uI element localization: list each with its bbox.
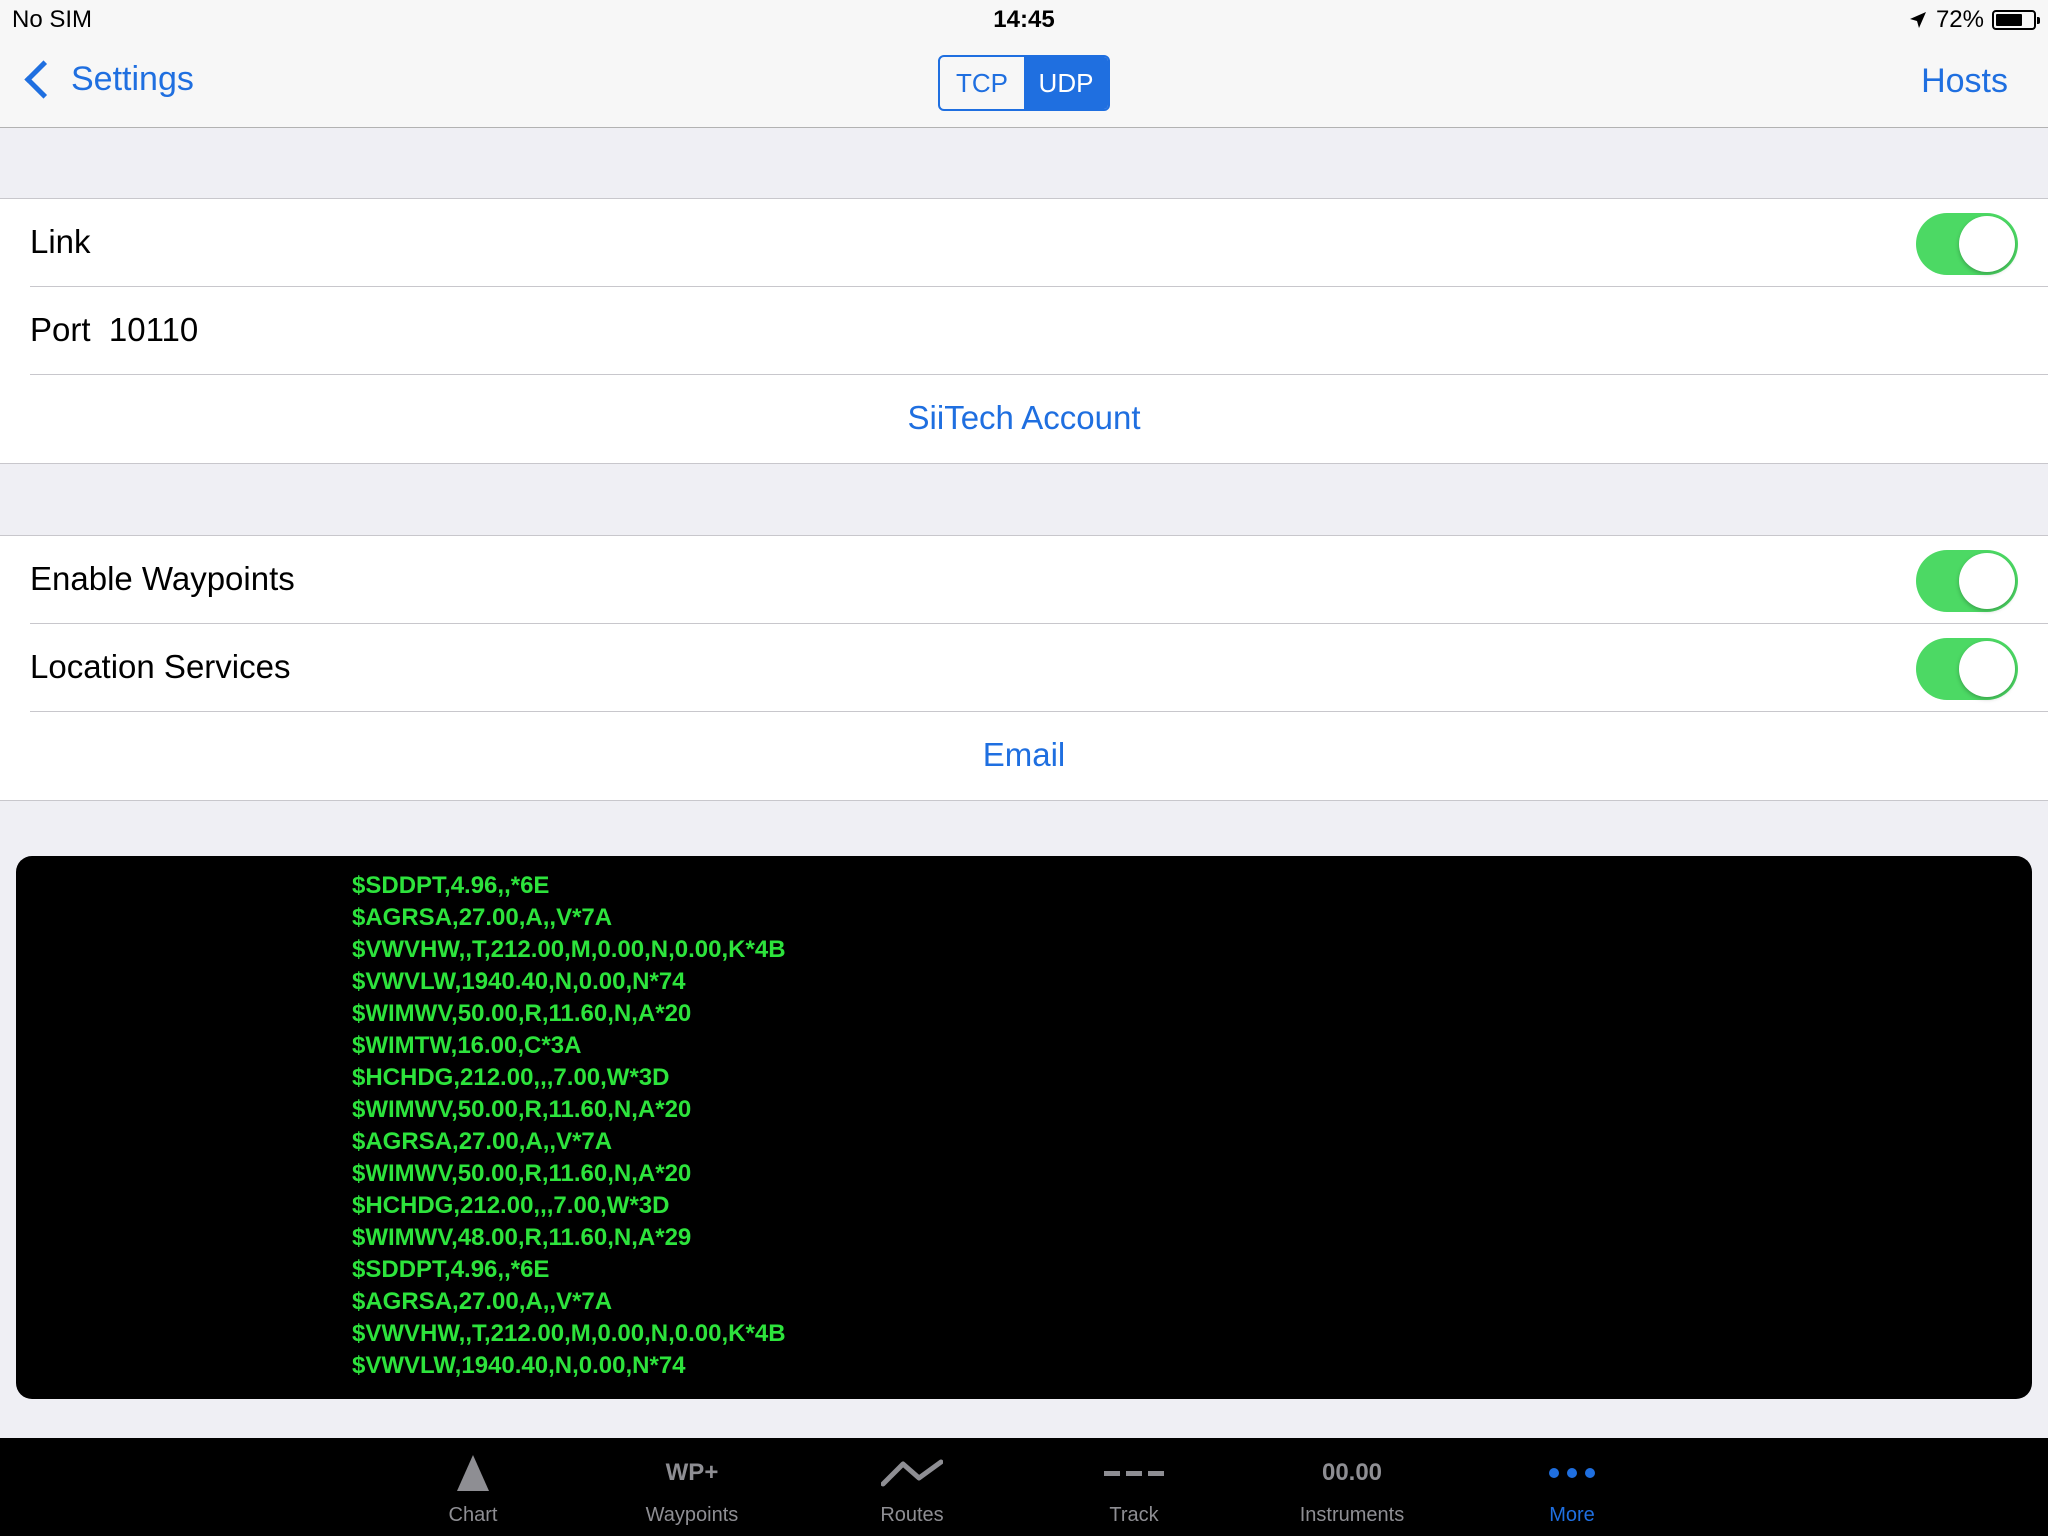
status-right-group: 72% [1908, 6, 2040, 34]
console-line: $SDDPT,4.96,,*6E [352, 1256, 550, 1283]
console-line: $VWVLW,1940.40,N,0.00,N*74 [352, 968, 686, 995]
instruments-readout-icon: 00.00 [1321, 1459, 1383, 1486]
location-arrow-icon [1909, 12, 1926, 28]
console-line: $HCHDG,212.00,,,7.00,W*3D [352, 1064, 670, 1091]
console-line: $WIMWV,48.00,R,11.60,N,A*29 [352, 1224, 692, 1251]
port-label-group: Port 10110 [30, 311, 198, 349]
location-row: Location Services [0, 624, 2048, 712]
route-zigzag-icon [812, 1450, 1012, 1496]
account-row[interactable]: SiiTech Account [0, 375, 2048, 463]
port-row[interactable]: Port 10110 [0, 287, 2048, 375]
location-toggle[interactable] [1916, 638, 2018, 700]
console-line: $SDDPT,4.96,,*6E [352, 872, 550, 899]
segment-tcp[interactable]: TCP [940, 57, 1024, 109]
battery-icon [1992, 10, 2040, 30]
track-dashes-icon [1034, 1450, 1234, 1496]
chevron-left-icon [24, 60, 63, 99]
battery-fill [1996, 14, 2022, 26]
back-button-label: Settings [71, 60, 194, 98]
console-line: $WIMTW,16.00,C*3A [352, 1032, 582, 1059]
tab-label: Waypoints [645, 1504, 739, 1526]
tab-label: Chart [448, 1504, 498, 1526]
console-lines: $SDDPT,4.96,,*6E $AGRSA,27.00,A,,V*7A $VWV… [352, 870, 786, 1382]
console-line: $AGRSA,27.00,A,,V*7A [352, 904, 613, 931]
link-row: Link [0, 199, 2048, 287]
status-bar: No SIM 14:45 72% [0, 0, 2048, 40]
connection-settings-group: Link Port 10110 SiiTech Account [0, 198, 2048, 464]
hosts-button[interactable]: Hosts [1921, 62, 2008, 101]
protocol-segmented-control: TCP UDP [938, 55, 1110, 111]
console-line: $VWVHW,,T,212.00,M,0.00,N,0.00,K*4B [352, 1320, 786, 1347]
tab-chart[interactable]: Chart [373, 1438, 573, 1536]
waypoints-row: Enable Waypoints [0, 536, 2048, 624]
console-line: $HCHDG,212.00,,,7.00,W*3D [352, 1192, 670, 1219]
tab-label: Track [1109, 1504, 1159, 1526]
more-dots-icon [1472, 1450, 1672, 1496]
console-line: $WIMWV,50.00,R,11.60,N,A*20 [352, 1096, 692, 1123]
tab-track[interactable]: Track [1034, 1438, 1234, 1536]
back-button[interactable]: Settings [22, 60, 194, 99]
waypoints-toggle[interactable] [1916, 550, 2018, 612]
console-line: $AGRSA,27.00,A,,V*7A [352, 1128, 613, 1155]
status-time: 14:45 [993, 6, 1055, 33]
console-line: $VWVHW,,T,212.00,M,0.00,N,0.00,K*4B [352, 936, 786, 963]
tab-label: More [1549, 1504, 1595, 1526]
link-label: Link [30, 223, 91, 260]
tab-routes[interactable]: Routes [812, 1438, 1012, 1536]
battery-percent: 72% [1935, 6, 1984, 33]
port-value[interactable]: 10110 [109, 311, 198, 348]
tab-label: Routes [880, 1504, 944, 1526]
enable-waypoints-label: Enable Waypoints [30, 560, 295, 597]
triangle-icon [373, 1450, 573, 1496]
navigation-bar: Settings TCP UDP Hosts [0, 40, 2048, 128]
toggle-knob [1959, 553, 2015, 609]
port-label: Port [30, 311, 91, 348]
toggle-knob [1959, 216, 2015, 272]
features-settings-group: Enable Waypoints Location Services Email [0, 535, 2048, 801]
email-button[interactable]: Email [0, 736, 2048, 774]
tab-bar: Chart WP+ Waypoints Routes Track 00.00 I… [0, 1438, 2048, 1536]
email-row[interactable]: Email [0, 712, 2048, 800]
waypoint-plus-icon: WP+ [665, 1459, 719, 1486]
tab-waypoints[interactable]: WP+ Waypoints [592, 1438, 792, 1536]
location-services-label: Location Services [30, 648, 291, 685]
console-line: $WIMWV,50.00,R,11.60,N,A*20 [352, 1000, 692, 1027]
toggle-knob [1959, 641, 2015, 697]
link-toggle[interactable] [1916, 213, 2018, 275]
segment-udp[interactable]: UDP [1024, 57, 1108, 109]
tab-more[interactable]: More [1472, 1438, 1672, 1536]
console-line: $AGRSA,27.00,A,,V*7A [352, 1288, 613, 1315]
siitech-account-button[interactable]: SiiTech Account [0, 399, 2048, 437]
tab-label: Instruments [1299, 1504, 1405, 1526]
tab-instruments[interactable]: 00.00 Instruments [1252, 1438, 1452, 1536]
nmea-console[interactable]: $SDDPT,4.96,,*6E $AGRSA,27.00,A,,V*7A $VWV… [16, 856, 2032, 1399]
console-line: $WIMWV,50.00,R,11.60,N,A*20 [352, 1160, 692, 1187]
console-line: $VWVLW,1940.40,N,0.00,N*74 [352, 1352, 686, 1379]
